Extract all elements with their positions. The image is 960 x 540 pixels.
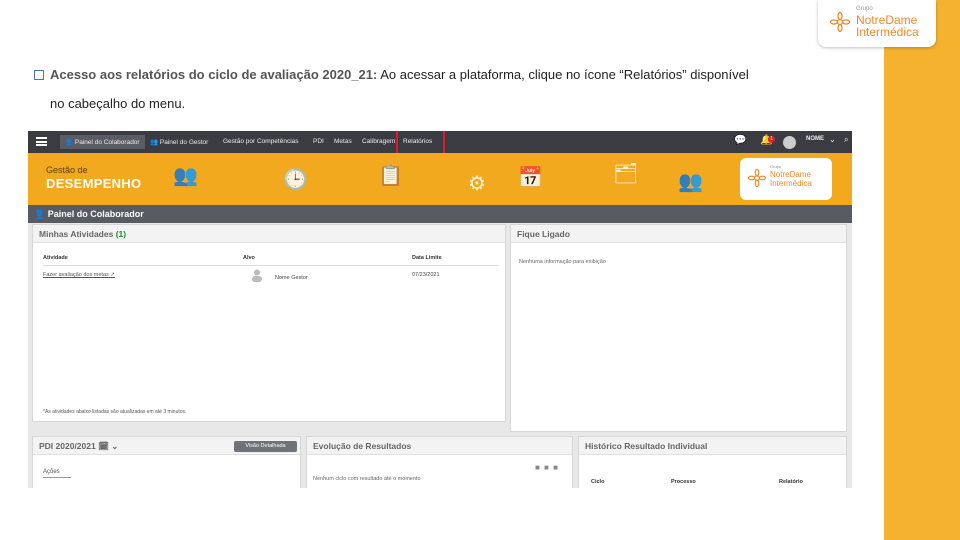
company-logo: Grupo NotreDame Intermédica [818, 0, 936, 47]
column-cycle: Ciclo [591, 479, 605, 485]
search-icon[interactable]: ⌕ [844, 135, 848, 145]
target-name: Nome Gestor [275, 275, 308, 281]
nav-painel-gestor[interactable]: 👥 Painel do Gestor [150, 138, 208, 146]
report-icon: 🗂 [613, 163, 639, 185]
nav-metas[interactable]: Metas [334, 138, 352, 145]
banner: Gestão de DESEMPENHO 👥 🕒 📋 ⚙ 📅 🗂 👥 Grupo… [28, 153, 852, 205]
slide: Grupo NotreDame Intermédica Acesso aos r… [0, 0, 960, 540]
activities-card: Minhas Atividades (1) Atividade Alvo Dat… [32, 224, 506, 422]
activities-footer: *As atividades abaixo listadas são atual… [43, 409, 187, 415]
stay-connected-header: Fique Ligado [511, 225, 846, 243]
column-process: Processo [671, 479, 696, 485]
chat-icon[interactable]: 💬 [734, 135, 746, 146]
chevron-down-icon[interactable]: ⌄ [829, 135, 836, 144]
nav-gestao-competencias[interactable]: Gestão por Competências [223, 138, 299, 145]
banner-brand-logo: Grupo NotreDame Intermédica [740, 158, 832, 200]
intro-bold: Acesso aos relatórios do ciclo de avalia… [50, 67, 378, 82]
flower-logo-icon [830, 12, 850, 32]
gear-icon: ⚙ [468, 173, 486, 195]
logo-line2: Intermédica [856, 25, 919, 39]
brand-group: Grupo [770, 164, 782, 169]
column-activity: Atividade [43, 255, 68, 261]
calendar-icon[interactable]: 🗓 ⌄ [98, 441, 118, 451]
activity-link[interactable]: Fazer avaliação dos metas ↗ [43, 272, 115, 278]
detail-view-button[interactable]: Visão Detalhada [234, 441, 297, 452]
side-accent-bar [884, 0, 960, 540]
intro-body: Ao acessar a plataforma, clique no ícone… [377, 67, 749, 82]
user-icon: 👤 [65, 139, 75, 146]
relatorios-highlight [396, 131, 445, 155]
history-header: Histórico Resultado Individual [579, 437, 846, 455]
user-name[interactable]: NOME [806, 136, 824, 142]
external-link-icon: ↗ [110, 272, 115, 278]
column-target: Alvo [243, 255, 255, 261]
tab-actions[interactable]: Ações [43, 469, 71, 478]
notification-badge: 1 [768, 136, 775, 143]
nav-pdi[interactable]: PDI [313, 138, 324, 145]
stay-connected-message: Nenhuma informação para exibição [519, 259, 606, 265]
column-deadline: Data Limite [412, 255, 442, 261]
app-screenshot: 👤 Painel do Colaborador 👥 Painel do Gest… [28, 131, 852, 488]
checkbox-bullet-icon [34, 70, 44, 80]
banner-title-small: Gestão de [46, 165, 88, 175]
results-card: Evolução de Resultados ■ ■ ■ Nenhum cicl… [306, 436, 573, 488]
pdi-card: PDI 2020/2021 🗓 ⌄ Visão Detalhada Ações [32, 436, 301, 488]
avatar[interactable] [783, 136, 796, 149]
history-card: Histórico Resultado Individual Ciclo Pro… [578, 436, 847, 488]
clipboard-icon: 📋 [378, 165, 403, 187]
results-header: Evolução de Resultados [307, 437, 572, 455]
logo-group: Grupo [856, 6, 873, 12]
brand-name: NotreDame Intermédica [770, 170, 812, 188]
intro-line2: no cabeçalho do menu. [50, 96, 186, 111]
nav-calibragem[interactable]: Calibragem [362, 138, 395, 145]
brand-flower-icon [748, 169, 766, 187]
results-message: Nenhum ciclo com resultado até o momento [313, 476, 421, 482]
person-icon [252, 269, 262, 282]
page-title: 👤 Painel do Colaborador [28, 205, 852, 223]
column-report: Relatório [779, 479, 803, 485]
banner-title-big: DESEMPENHO [46, 176, 142, 191]
deadline-date: 07/23/2021 [412, 272, 440, 278]
user-icon: 👤 [34, 209, 48, 219]
calendar-icon: 📅 [518, 167, 543, 189]
menu-icon[interactable] [36, 137, 47, 146]
activities-header: Minhas Atividades (1) [33, 225, 505, 243]
team-icon: 👥 [150, 139, 160, 146]
divider [43, 265, 499, 266]
people-icon: 👥 [173, 165, 198, 187]
top-nav: 👤 Painel do Colaborador 👥 Painel do Gest… [28, 131, 852, 155]
clock-icon: 🕒 [283, 169, 308, 191]
stay-connected-card: Fique Ligado Nenhuma informação para exi… [510, 224, 847, 432]
intro-text: Acesso aos relatórios do ciclo de avalia… [34, 60, 834, 118]
team-decor-icon: 👥 [678, 171, 703, 193]
nav-painel-colaborador[interactable]: 👤 Painel do Colaborador [60, 135, 145, 149]
more-icon[interactable]: ■ ■ ■ [535, 463, 559, 472]
